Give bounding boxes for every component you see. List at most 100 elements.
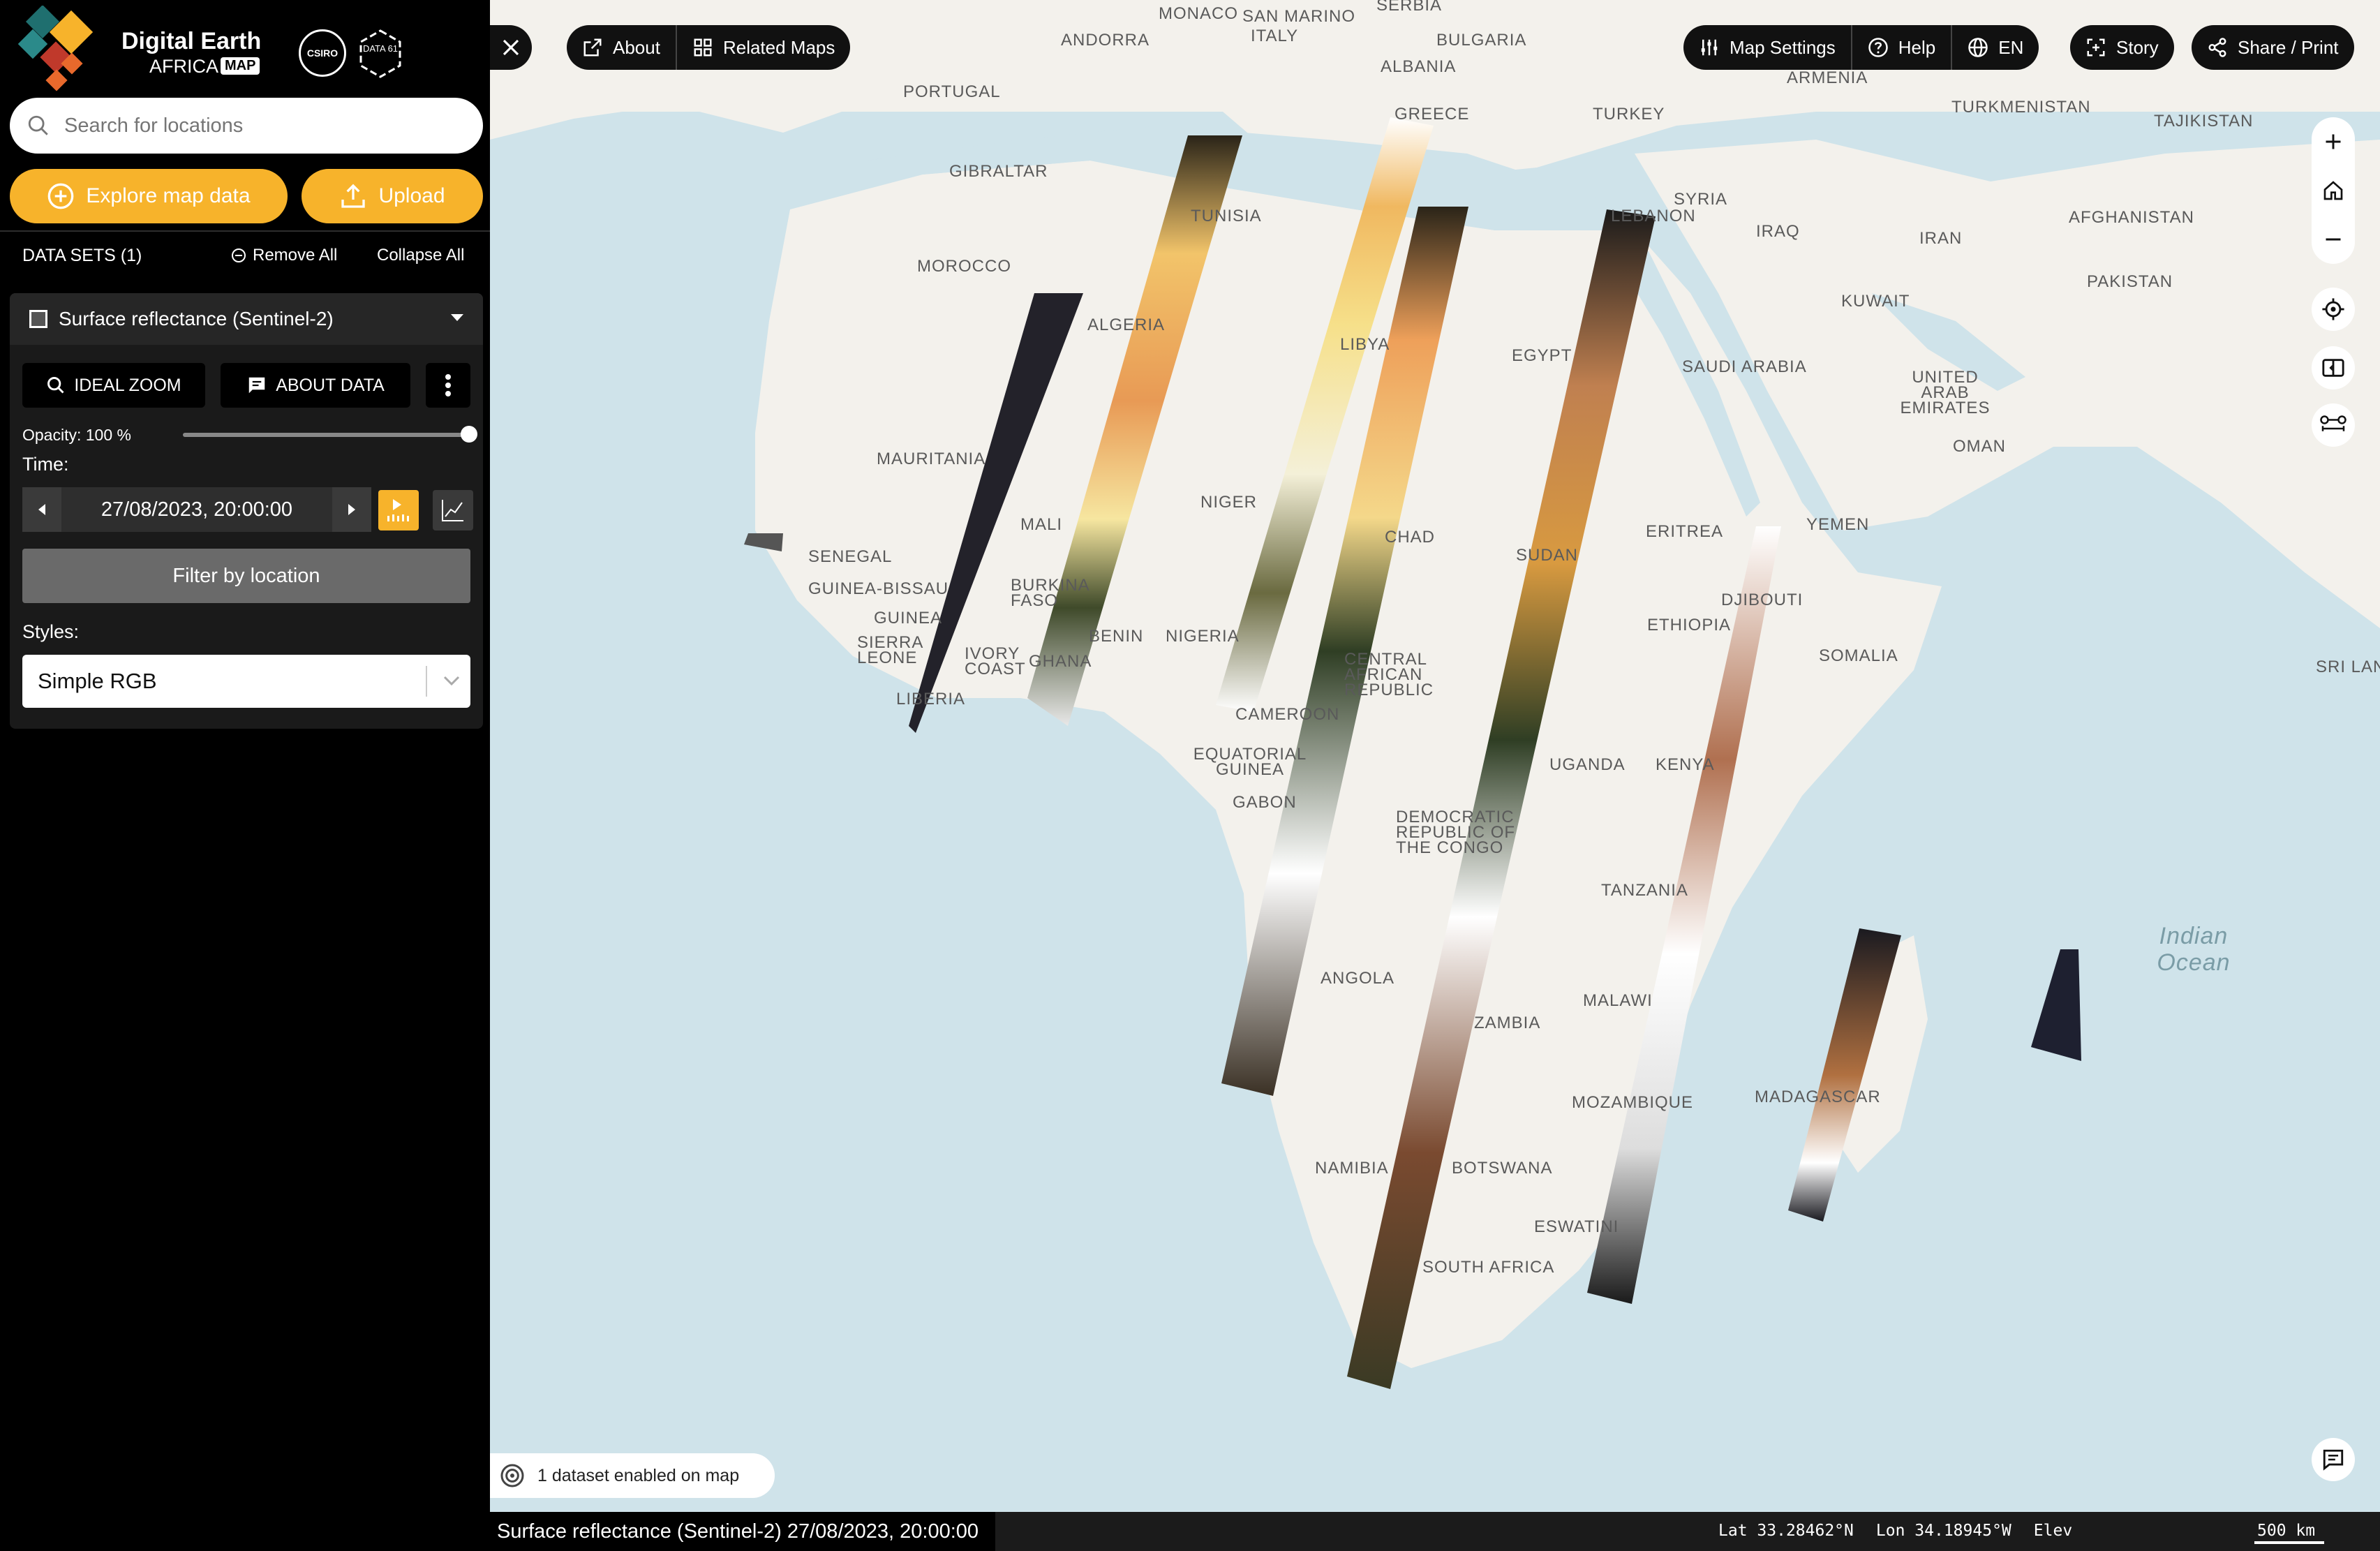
map-label: EQUATORIAL GUINEA — [1193, 745, 1307, 779]
map-label: IRAQ — [1756, 222, 1800, 241]
measure-tool-button[interactable] — [2312, 403, 2355, 447]
map-label: SOMALIA — [1819, 646, 1898, 665]
help-button[interactable]: Help — [1852, 25, 1951, 70]
brand-logo[interactable]: Digital Earth AFRICA MAP CSIRO DATA 61 — [18, 6, 479, 96]
related-maps-label: Related Maps — [722, 36, 835, 58]
map-settings-label: Map Settings — [1730, 36, 1836, 58]
upload-icon — [341, 184, 366, 208]
next-time-button[interactable] — [332, 487, 371, 532]
previous-time-button[interactable] — [22, 487, 61, 532]
map-label: GUINEA-BISSAU — [808, 579, 949, 598]
map-label-ocean: Indian Ocean — [2157, 923, 2231, 976]
chevron-down-icon[interactable] — [451, 314, 463, 321]
share-icon — [2208, 38, 2226, 57]
time-value[interactable]: 27/08/2023, 20:00:00 — [61, 487, 332, 532]
brand-map-chip: MAP — [221, 57, 260, 75]
explore-map-data-button[interactable]: Explore map data — [10, 169, 288, 223]
scale-label: 500 km — [2257, 1522, 2316, 1540]
map-settings-button[interactable]: Map Settings — [1683, 25, 1851, 70]
location-search[interactable] — [10, 98, 483, 154]
story-button[interactable]: Story — [2070, 25, 2174, 70]
feedback-button[interactable] — [2312, 1438, 2355, 1481]
map-label: KUWAIT — [1841, 292, 1910, 311]
zoom-icon — [47, 377, 64, 394]
remove-all-button[interactable]: Remove All — [230, 246, 337, 265]
map-label: ESWATINI — [1534, 1217, 1619, 1236]
my-location-button[interactable] — [2312, 288, 2355, 331]
language-button[interactable]: EN — [1952, 25, 2039, 70]
close-icon — [503, 39, 519, 56]
dataset-card: Surface reflectance (Sentinel-2) IDEAL Z… — [10, 293, 483, 729]
scale-bar — [2254, 1541, 2324, 1544]
map-label: SOUTH AFRICA — [1422, 1258, 1555, 1277]
about-data-button[interactable]: ABOUT DATA — [221, 363, 410, 408]
styles-select[interactable]: Simple RGB — [22, 655, 470, 708]
map-label: MOZAMBIQUE — [1572, 1093, 1694, 1112]
map-label: GABON — [1233, 793, 1297, 812]
split-screen-button[interactable] — [2312, 346, 2355, 389]
status-bar: Surface reflectance (Sentinel-2) 27/08/2… — [490, 1512, 2380, 1551]
grid-icon — [694, 38, 712, 57]
map-label: ALBANIA — [1381, 57, 1457, 76]
map-label: CENTRAL AFRICAN REPUBLIC — [1344, 650, 1434, 699]
opacity-slider[interactable] — [183, 433, 476, 437]
map-label: TUNISIA — [1191, 207, 1262, 225]
zoom-out-button[interactable] — [2312, 215, 2355, 264]
more-options-button[interactable] — [426, 363, 470, 408]
external-link-icon — [583, 38, 602, 57]
map-canvas[interactable]: MONACO SAN MARINO ITALY SERBIA ANDORRA B… — [490, 0, 2380, 1551]
map-label: GIBRALTAR — [949, 162, 1048, 181]
select-separator — [426, 666, 427, 697]
line-chart-icon — [442, 500, 463, 521]
opacity-slider-thumb[interactable] — [461, 426, 477, 443]
map-label: ALGERIA — [1087, 316, 1166, 334]
elev-label: Elev — [2033, 1522, 2073, 1540]
map-label: MALI — [1020, 515, 1063, 534]
upload-button[interactable]: Upload — [302, 169, 483, 223]
related-maps-button[interactable]: Related Maps — [677, 25, 850, 70]
map-label: AFGHANISTAN — [2069, 208, 2194, 227]
share-print-label: Share / Print — [2238, 36, 2339, 58]
map-label: OMAN — [1953, 437, 2006, 456]
dea-logo-icon — [18, 6, 94, 91]
dataset-name: Surface reflectance (Sentinel-2) — [59, 308, 334, 329]
map-label: UNITED ARAB EMIRATES — [1900, 368, 1991, 417]
map-label: MADAGASCAR — [1755, 1088, 1881, 1106]
ideal-zoom-button[interactable]: IDEAL ZOOM — [22, 363, 205, 408]
map-label: BULGARIA — [1436, 31, 1527, 50]
map-label: NIGERIA — [1166, 627, 1240, 646]
styles-selected-value: Simple RGB — [38, 669, 157, 693]
language-label: EN — [1998, 36, 2024, 58]
data61-label: DATA 61 — [363, 43, 398, 54]
map-label: NIGER — [1200, 493, 1258, 512]
locate-icon — [2322, 298, 2344, 320]
zoom-controls — [2312, 117, 2355, 264]
zoom-in-button[interactable] — [2312, 117, 2355, 166]
home-view-button[interactable] — [2312, 166, 2355, 215]
split-screen-icon — [2322, 359, 2344, 377]
ideal-zoom-label: IDEAL ZOOM — [74, 375, 181, 395]
filter-by-location-button[interactable]: Filter by location — [22, 549, 470, 603]
styles-label: Styles: — [22, 621, 80, 642]
story-segment: Story — [2070, 25, 2174, 70]
datasets-enabled-indicator[interactable]: 1 dataset enabled on map — [490, 1453, 775, 1498]
dataset-header[interactable]: Surface reflectance (Sentinel-2) — [10, 293, 483, 345]
help-icon — [1868, 38, 1888, 57]
about-button[interactable]: About — [567, 25, 676, 70]
share-print-button[interactable]: Share / Print — [2192, 25, 2354, 70]
chart-button[interactable] — [433, 490, 473, 530]
story-icon — [2087, 38, 2105, 57]
top-right-nav: Map Settings Help EN — [1683, 25, 2039, 70]
map-label: MONACO — [1159, 4, 1238, 23]
collapse-all-button[interactable]: Collapse All — [377, 246, 464, 265]
help-label: Help — [1898, 36, 1936, 58]
map-label: UGANDA — [1549, 755, 1626, 774]
timeline-play-button[interactable] — [378, 490, 419, 530]
upload-label: Upload — [378, 184, 445, 207]
dataset-visibility-checkbox[interactable] — [29, 310, 47, 328]
datasets-enabled-label: 1 dataset enabled on map — [537, 1465, 740, 1485]
time-label: Time: — [22, 454, 69, 475]
search-input[interactable] — [63, 113, 454, 138]
map-label: PAKISTAN — [2087, 272, 2173, 291]
lon-label: Lon — [1875, 1522, 1905, 1540]
